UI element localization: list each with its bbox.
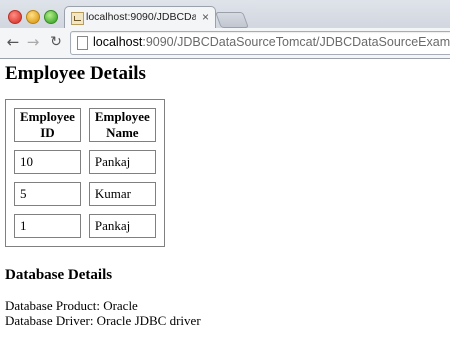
new-tab-button[interactable]: [215, 12, 249, 28]
url-host: localhost: [93, 35, 143, 49]
page-title: Employee Details: [5, 63, 146, 84]
table-row: 10 Pankaj: [14, 150, 156, 174]
window-maximize-button[interactable]: [44, 10, 58, 24]
employee-table: Employee ID Employee Name 10 Pankaj 5 Ku…: [5, 99, 165, 247]
reload-icon[interactable]: ↻: [47, 33, 65, 51]
employee-id-cell: 1: [14, 214, 81, 238]
employee-name-cell: Pankaj: [88, 214, 156, 238]
table-header-row: Employee ID Employee Name: [14, 108, 156, 142]
table-row: 5 Kumar: [14, 182, 156, 206]
tab-close-icon[interactable]: ×: [202, 10, 209, 24]
arrow-left-icon[interactable]: ←: [4, 33, 22, 51]
employee-name-cell: Pankaj: [88, 150, 156, 174]
window-close-button[interactable]: [8, 10, 22, 24]
employee-id-cell: 5: [14, 182, 81, 206]
page-content: Employee Details Employee ID Employee Na…: [5, 62, 201, 328]
arrow-right-icon[interactable]: →: [24, 33, 42, 51]
url-text[interactable]: localhost:9090/JDBCDataSourceTomcat/JDBC…: [93, 35, 450, 49]
tab-title: localhost:9090/JDBCDataS: [86, 11, 196, 23]
browser-chrome: localhost:9090/JDBCDataS × ← → ↻ localho…: [0, 0, 450, 59]
browser-toolbar: ← → ↻ localhost:9090/JDBCDataSourceTomca…: [0, 28, 450, 58]
database-product-text: Database Product: Oracle: [5, 298, 138, 313]
column-header-employee-id: Employee ID: [14, 108, 81, 142]
database-driver-text: Database Driver: Oracle JDBC driver: [5, 313, 201, 328]
window-minimize-button[interactable]: [26, 10, 40, 24]
address-bar[interactable]: localhost:9090/JDBCDataSourceTomcat/JDBC…: [70, 31, 450, 55]
java-favicon-icon: [71, 12, 84, 25]
database-details-heading: Database Details: [5, 267, 113, 283]
url-path: :9090/JDBCDataSourceTomcat/JDBCDataSourc…: [142, 35, 450, 49]
employee-id-cell: 10: [14, 150, 81, 174]
browser-tab[interactable]: localhost:9090/JDBCDataS ×: [64, 6, 216, 29]
page-icon: [77, 36, 88, 50]
table-row: 1 Pankaj: [14, 214, 156, 238]
employee-name-cell: Kumar: [88, 182, 156, 206]
column-header-employee-name: Employee Name: [88, 108, 156, 142]
